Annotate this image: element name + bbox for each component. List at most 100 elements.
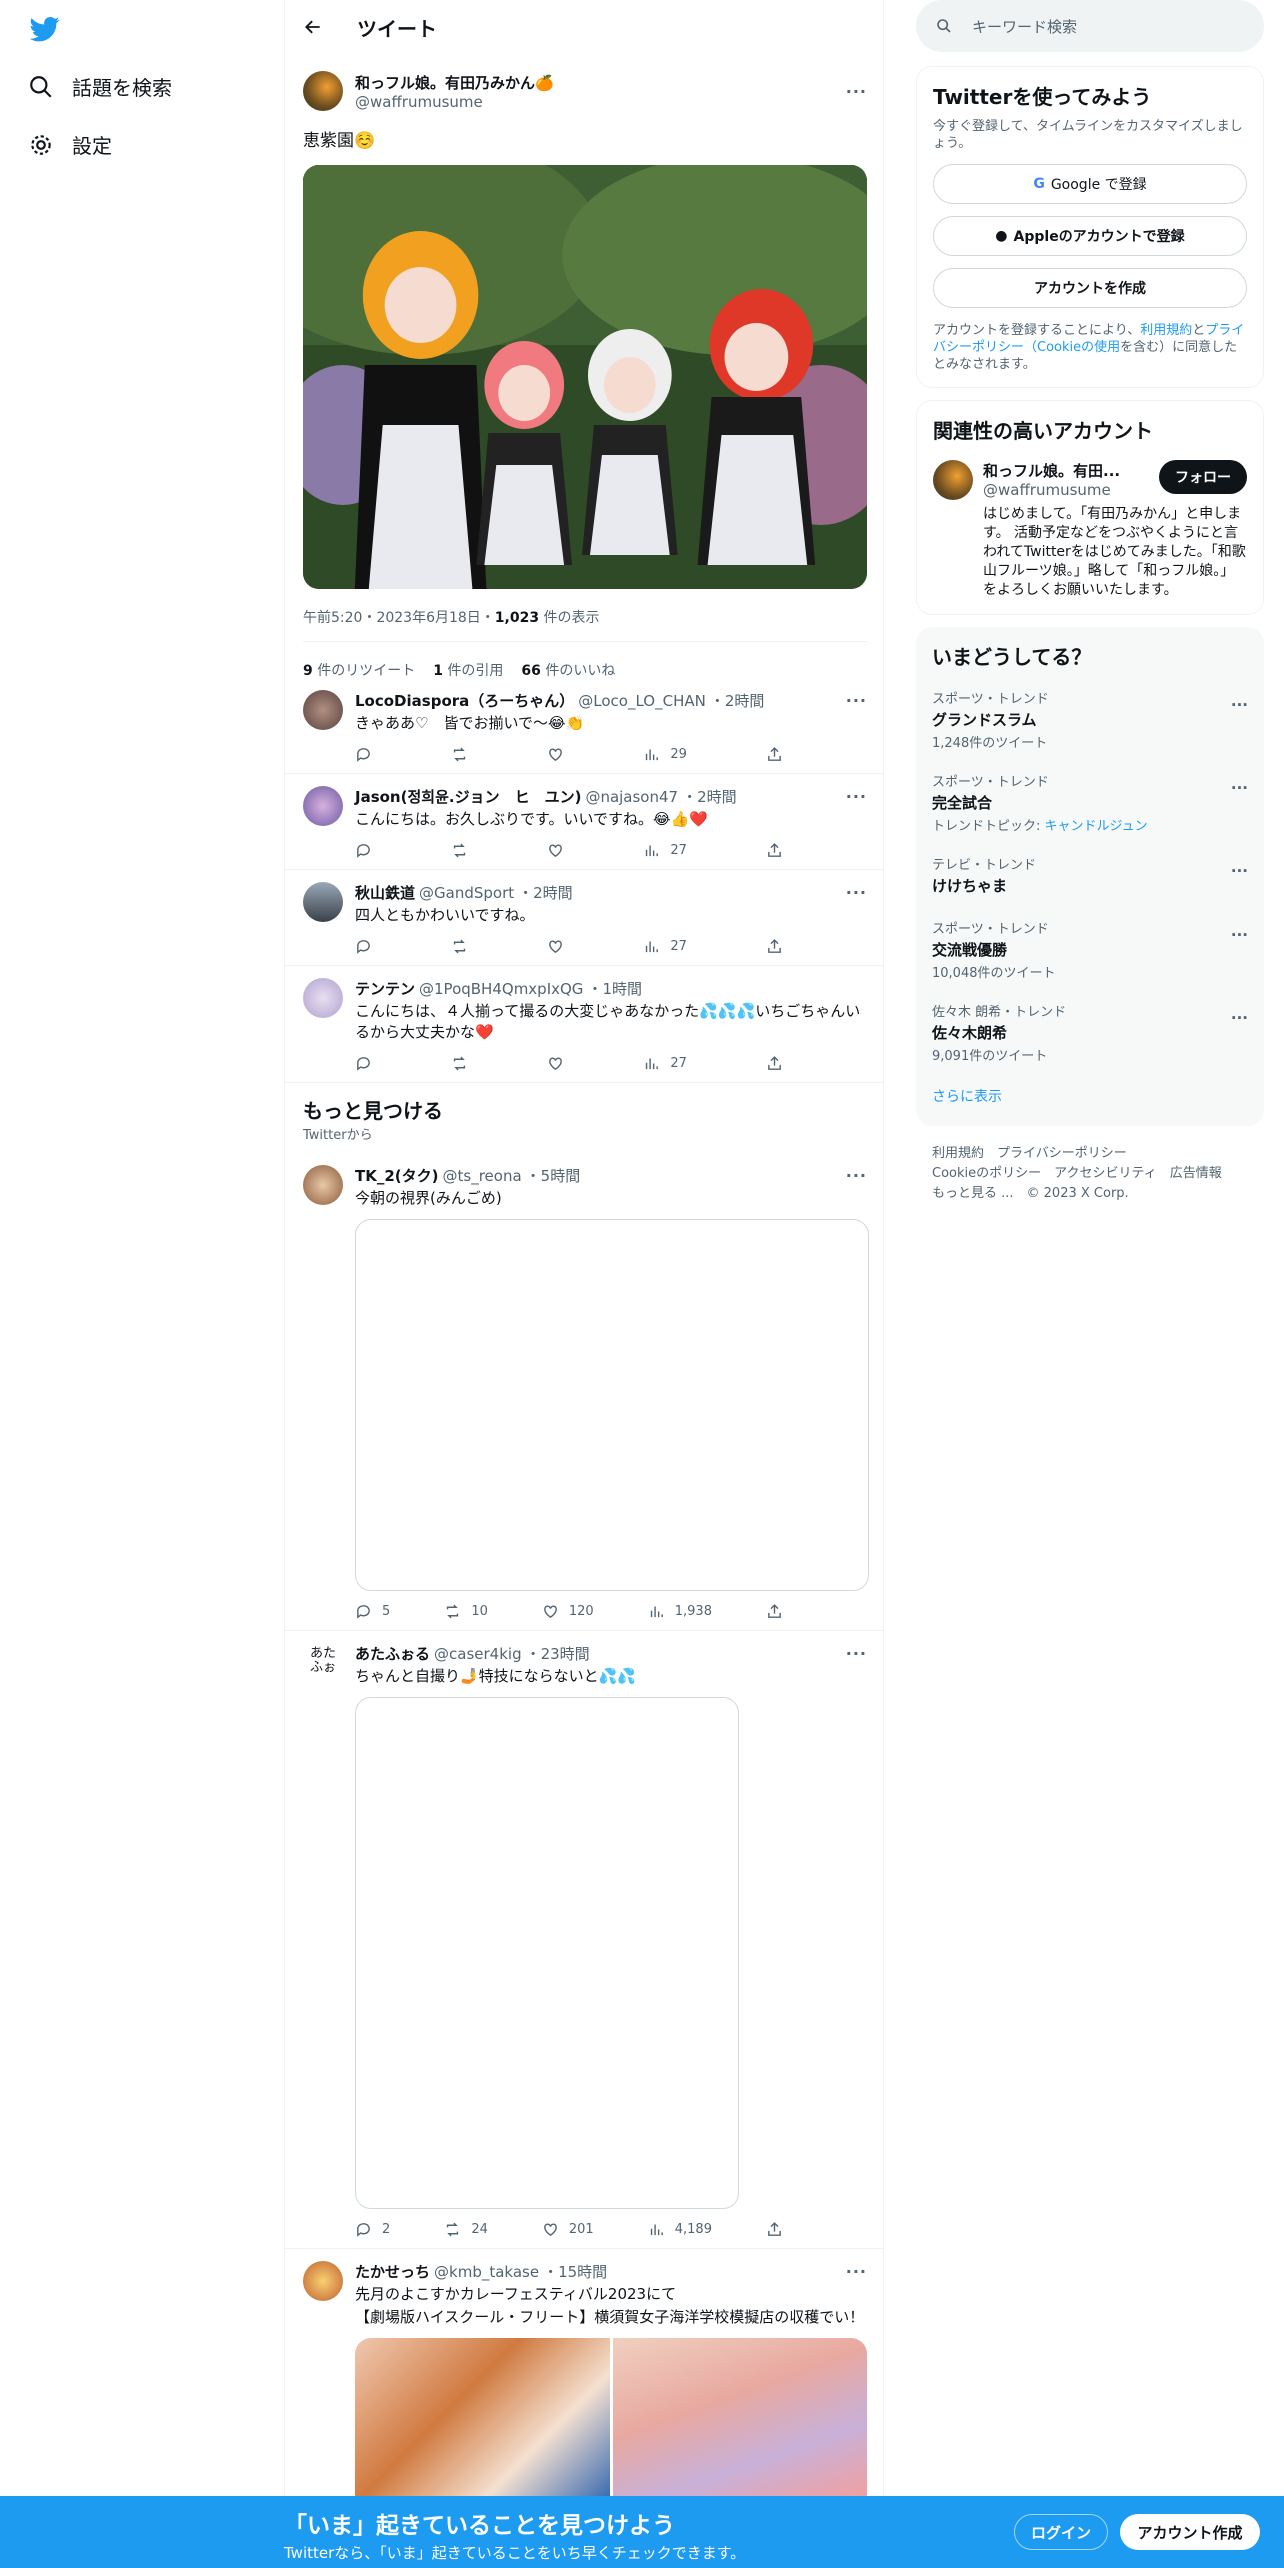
retweet-button[interactable] <box>451 746 468 763</box>
retweet-button[interactable]: 24 <box>444 2221 488 2238</box>
tweet-author-name[interactable]: 和っフル娘。有田乃みかん🍊 <box>355 72 554 93</box>
tweet-author-handle[interactable]: @kmb_takase <box>434 2263 539 2281</box>
more-icon[interactable]: ··· <box>1231 696 1248 714</box>
reply-author-name[interactable]: 秋山鉄道 <box>355 882 415 903</box>
reply-time[interactable]: ・1時間 <box>587 978 642 999</box>
reply-time[interactable]: ・2時間 <box>518 882 573 903</box>
tweet-time[interactable]: ・15時間 <box>543 2261 607 2282</box>
retweet-button[interactable] <box>451 842 468 859</box>
reply-button[interactable] <box>355 1055 372 1072</box>
reply-author-handle[interactable]: @GandSport <box>419 884 514 902</box>
apple-signup-button[interactable]: ● Appleのアカウントで登録 <box>933 216 1247 256</box>
share-button[interactable] <box>766 842 783 859</box>
retweet-button[interactable]: 10 <box>444 1603 488 1620</box>
footer-line-3[interactable]: もっと見る ... © 2023 X Corp. <box>932 1184 1264 1204</box>
tweet-author-name[interactable]: あたふぉる <box>355 1643 430 1664</box>
avatar[interactable] <box>303 786 343 826</box>
tweet-time[interactable]: ・5時間 <box>526 1165 581 1186</box>
tweet-timestamp[interactable]: 午前5:20・2023年6月18日・ <box>303 610 495 626</box>
show-more-link[interactable]: さらに表示 <box>932 1086 1248 1106</box>
like-button[interactable] <box>547 938 564 955</box>
tweet-author-handle[interactable]: @ts_reona <box>443 1167 522 1185</box>
trend-item[interactable]: スポーツ・トレンド グランドスラム 1,248件のツイート ··· <box>932 678 1248 761</box>
tweet-media[interactable] <box>355 1697 739 2209</box>
footer-line-2[interactable]: Cookieのポリシー アクセシビリティ 広告情報 <box>932 1164 1264 1184</box>
reply-item[interactable]: Jason(정희윤.ジョン ヒ ユン) @najason47 ・2時間 ··· こんに… <box>285 774 883 870</box>
relevant-handle[interactable]: @waffrumusume <box>983 481 1120 499</box>
reply-button[interactable] <box>355 746 372 763</box>
share-button[interactable] <box>766 1055 783 1072</box>
avatar[interactable] <box>303 690 343 730</box>
tweet-media[interactable] <box>355 1219 869 1591</box>
tweet-author-handle[interactable]: @waffrumusume <box>355 93 554 111</box>
share-button[interactable] <box>766 2221 783 2238</box>
reply-time[interactable]: ・2時間 <box>682 786 737 807</box>
tweet-author-handle[interactable]: @caser4kig <box>434 1645 522 1663</box>
share-button[interactable] <box>766 1603 783 1620</box>
views-button[interactable]: 4,189 <box>648 2221 712 2238</box>
avatar[interactable] <box>303 1165 343 1205</box>
trend-item[interactable]: 佐々木 朗希・トレンド 佐々木朗希 9,091件のツイート ··· <box>932 991 1248 1074</box>
retweet-button[interactable] <box>451 1055 468 1072</box>
like-button[interactable] <box>547 746 564 763</box>
tweet-author-name[interactable]: たかせっち <box>355 2261 430 2282</box>
tweet-item[interactable]: あた ふぉ あたふぉる @caser4kig ・23時間 ··· ちゃんと自撮り🤳特技… <box>285 1631 883 2249</box>
google-signup-button[interactable]: G Google で登録 <box>933 164 1247 204</box>
more-icon[interactable]: ··· <box>1231 862 1248 880</box>
avatar[interactable] <box>933 460 973 500</box>
trend-topic-link[interactable]: キャンドルジュン <box>1045 819 1148 834</box>
reply-button[interactable]: 2 <box>355 2221 390 2238</box>
reply-author-name[interactable]: LocoDiaspora（ろーちゃん） <box>355 690 574 711</box>
terms-link[interactable]: 利用規約 <box>1140 323 1192 338</box>
share-button[interactable] <box>766 938 783 955</box>
reply-author-name[interactable]: Jason(정희윤.ジョン ヒ ユン) <box>355 786 581 807</box>
reply-button[interactable] <box>355 842 372 859</box>
tweet-author-name[interactable]: TK_2(タク) <box>355 1165 439 1186</box>
create-account-button[interactable]: アカウントを作成 <box>933 268 1247 308</box>
signup-button[interactable]: アカウント作成 <box>1120 2514 1260 2550</box>
reply-item[interactable]: LocoDiaspora（ろーちゃん） @Loco_LO_CHAN ・2時間 ··· … <box>285 686 883 774</box>
avatar[interactable] <box>303 882 343 922</box>
follow-button[interactable]: フォロー <box>1159 460 1247 494</box>
avatar[interactable] <box>303 978 343 1018</box>
reply-author-handle[interactable]: @najason47 <box>585 788 678 806</box>
nav-explore[interactable]: 話題を検索 <box>28 72 172 101</box>
reply-button[interactable] <box>355 938 372 955</box>
reply-button[interactable]: 5 <box>355 1603 390 1620</box>
reply-item[interactable]: テンテン @1PoqBH4QmxpIxQG ・1時間 こんにちは、４人揃って撮るの大… <box>285 966 883 1083</box>
reply-author-handle[interactable]: @Loco_LO_CHAN <box>578 692 706 710</box>
avatar[interactable]: あた ふぉ <box>303 1643 343 1683</box>
views-button[interactable]: 27 <box>643 938 687 955</box>
views-button[interactable]: 1,938 <box>648 1603 712 1620</box>
more-icon[interactable]: ··· <box>846 787 867 806</box>
like-button[interactable] <box>547 1055 564 1072</box>
tweet-photo[interactable] <box>303 165 867 589</box>
trend-item[interactable]: スポーツ・トレンド 完全試合 トレンドトピック: キャンドルジュン ··· <box>932 761 1248 844</box>
share-button[interactable] <box>766 746 783 763</box>
tweet-time[interactable]: ・23時間 <box>526 1643 590 1664</box>
tweet-item[interactable]: たかせっち @kmb_takase ・15時間 ··· 先月のよこすかカレーフェスティ… <box>285 2249 883 2508</box>
more-icon[interactable]: ··· <box>1231 926 1248 944</box>
trend-item[interactable]: テレビ・トレンド けけちゃま ··· <box>932 844 1248 908</box>
retweet-button[interactable] <box>451 938 468 955</box>
views-button[interactable]: 29 <box>643 746 687 763</box>
reply-time[interactable]: ・2時間 <box>710 690 765 711</box>
more-icon[interactable]: ··· <box>846 883 867 902</box>
avatar[interactable] <box>303 71 343 111</box>
retweet-stat[interactable]: 9 件のリツイート <box>303 660 415 680</box>
more-icon[interactable]: ··· <box>846 691 867 710</box>
more-icon[interactable]: ··· <box>846 1166 867 1185</box>
twitter-logo-icon[interactable] <box>28 14 62 44</box>
nav-settings[interactable]: 設定 <box>28 130 112 159</box>
tweet-media[interactable] <box>355 2338 867 2498</box>
quote-stat[interactable]: 1 件の引用 <box>433 660 503 680</box>
views-button[interactable]: 27 <box>643 1055 687 1072</box>
more-icon[interactable]: ··· <box>846 82 867 101</box>
more-icon[interactable]: ··· <box>846 1644 867 1663</box>
reply-author-name[interactable]: テンテン <box>355 978 415 999</box>
like-stat[interactable]: 66 件のいいね <box>521 660 615 680</box>
footer-line-1[interactable]: 利用規約 プライバシーポリシー <box>932 1144 1264 1164</box>
like-button[interactable]: 201 <box>542 2221 594 2238</box>
trend-item[interactable]: スポーツ・トレンド 交流戦優勝 10,048件のツイート ··· <box>932 908 1248 991</box>
like-button[interactable]: 120 <box>542 1603 594 1620</box>
